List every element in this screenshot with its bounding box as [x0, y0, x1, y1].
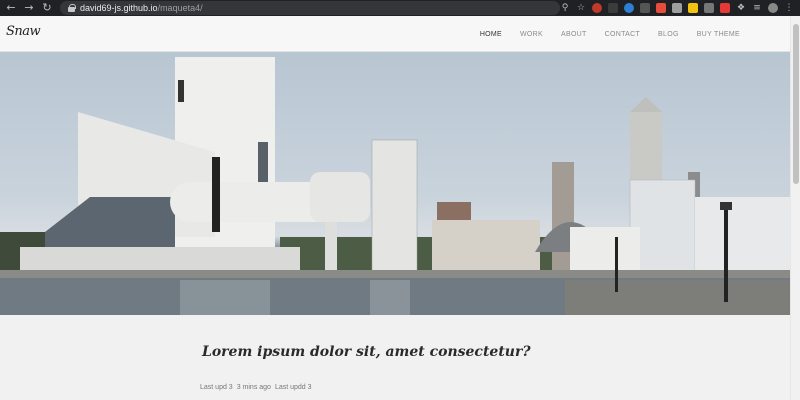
- scrollbar-thumb[interactable]: [793, 24, 799, 184]
- meta-time-ago: 3 mins ago: [236, 384, 271, 391]
- extension-gray-icon[interactable]: [640, 3, 650, 13]
- search-icon[interactable]: ⚲: [560, 3, 570, 13]
- extension-red-icon[interactable]: [592, 3, 602, 13]
- puzzle-icon[interactable]: ❖: [736, 3, 746, 13]
- article-meta: Last upd 3 3 mins ago Last updd 3: [200, 384, 312, 391]
- extensions-area: ⚲ ☆ ❖ ≡ ⋮: [560, 1, 794, 15]
- extension-camera-icon[interactable]: [672, 3, 682, 13]
- lock-icon: [68, 4, 76, 12]
- menu-item-blog[interactable]: BLOG: [658, 31, 679, 38]
- extension-mail-icon[interactable]: [656, 3, 666, 13]
- menu-item-work[interactable]: WORK: [520, 31, 543, 38]
- menu-item-buy-theme[interactable]: BUY THEME: [697, 31, 740, 38]
- browser-toolbar: ← → ↻ david69-js.github.io /maqueta4/ ⚲ …: [0, 0, 800, 16]
- avatar[interactable]: [768, 3, 778, 13]
- page-scrollbar[interactable]: [790, 16, 800, 400]
- list-icon[interactable]: ≡: [752, 3, 762, 13]
- menu-item-about[interactable]: ABOUT: [561, 31, 587, 38]
- extension-dark-icon[interactable]: [608, 3, 618, 13]
- url-path: /maqueta4/: [157, 3, 203, 13]
- skyline-illustration: [0, 57, 790, 315]
- back-arrow-icon[interactable]: ←: [4, 1, 18, 15]
- meta-last-updated-2: Last updd 3: [274, 384, 312, 391]
- menu-item-contact[interactable]: CONTACT: [605, 31, 640, 38]
- extension-yellow-icon[interactable]: [688, 3, 698, 13]
- extension-tp-icon[interactable]: [720, 3, 730, 13]
- site-logo[interactable]: Snaw: [6, 24, 41, 39]
- extension-blue-icon[interactable]: [624, 3, 634, 13]
- forward-arrow-icon[interactable]: →: [22, 1, 36, 15]
- site-header: Snaw HOME WORK ABOUT CONTACT BLOG BUY TH…: [0, 16, 790, 52]
- reload-icon[interactable]: ↻: [40, 1, 54, 15]
- star-icon[interactable]: ☆: [576, 3, 586, 13]
- meta-last-updated: Last upd 3: [200, 384, 233, 391]
- main-menu: HOME WORK ABOUT CONTACT BLOG BUY THEME: [480, 16, 740, 52]
- address-bar[interactable]: david69-js.github.io /maqueta4/: [60, 1, 560, 15]
- url-host: david69-js.github.io: [80, 3, 158, 13]
- article-title[interactable]: Lorem ipsum dolor sit, amet consectetur?: [202, 344, 531, 360]
- more-icon[interactable]: ⋮: [784, 3, 794, 13]
- hero-image: [0, 52, 790, 315]
- menu-item-home[interactable]: HOME: [480, 31, 502, 38]
- extension-note-icon[interactable]: [704, 3, 714, 13]
